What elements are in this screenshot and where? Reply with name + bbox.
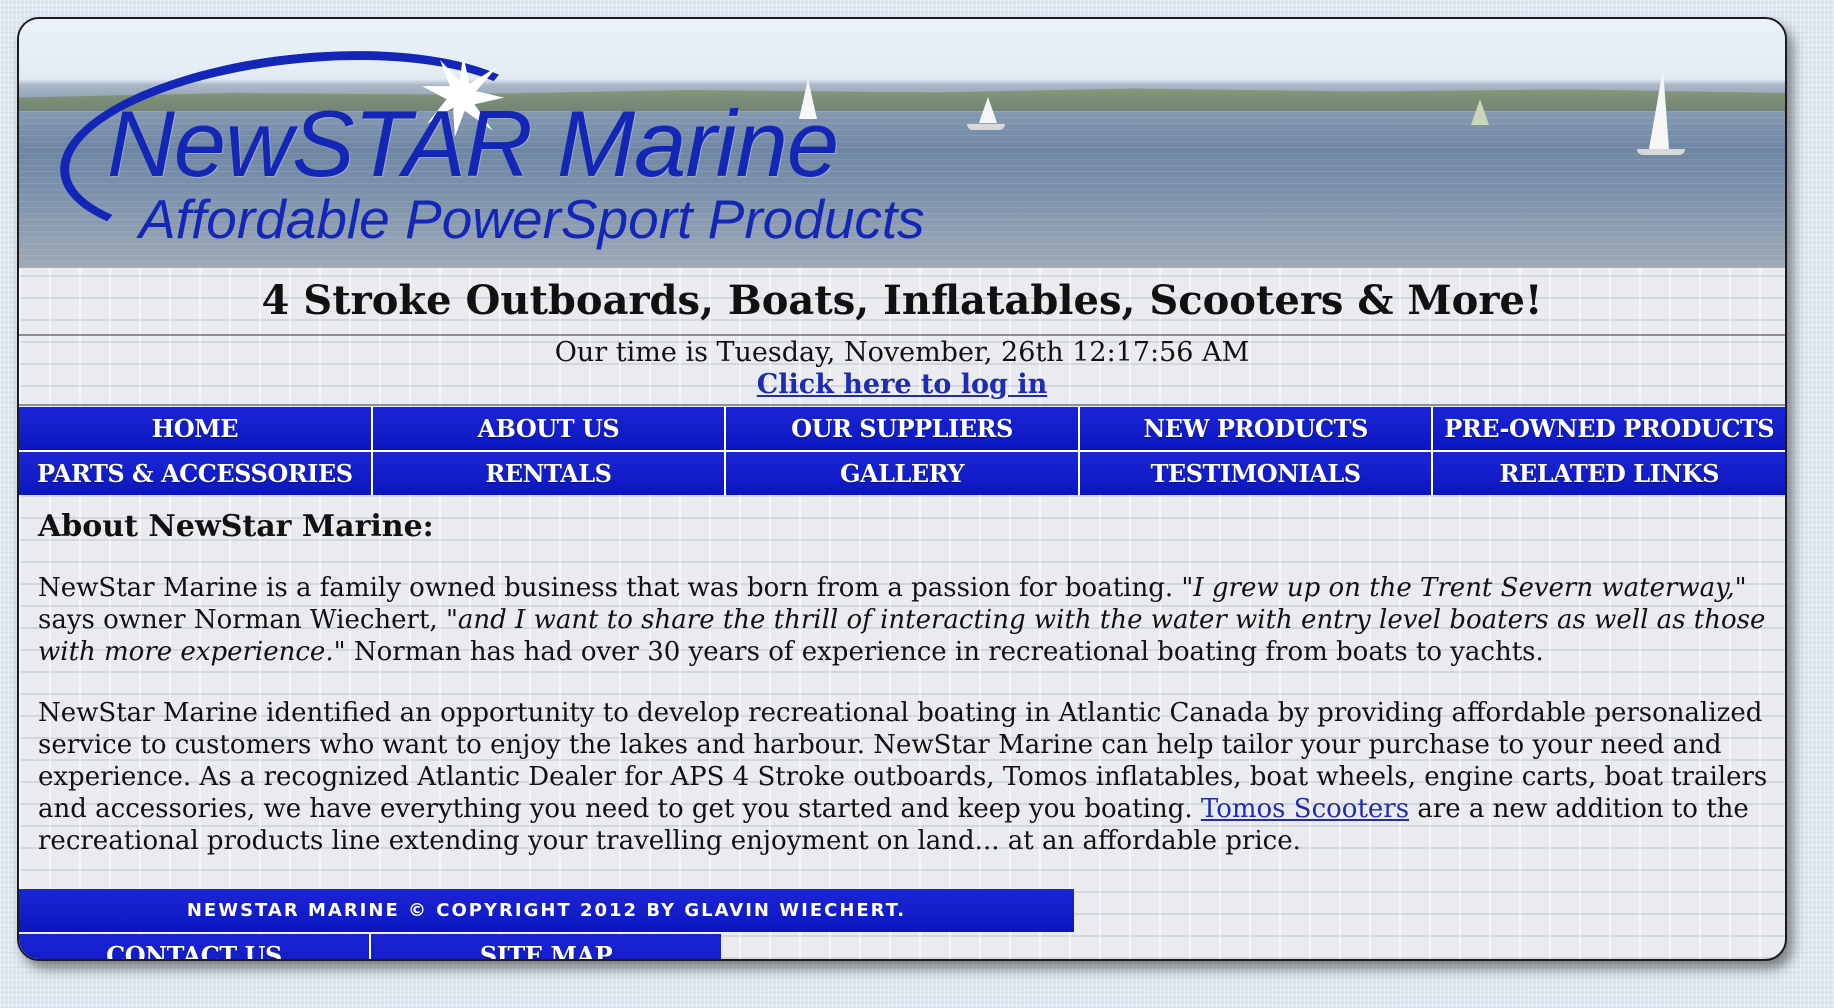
sailboat-icon xyxy=(979,97,997,123)
divider xyxy=(19,404,1785,406)
site-clock: Our time is Tuesday, November, 26th 12:1… xyxy=(554,337,1250,368)
sailboat-icon xyxy=(1649,69,1669,149)
details-paragraph: NewStar Marine identified an opportunity… xyxy=(38,697,1768,857)
nav-testimonials[interactable]: TESTIMONIALS xyxy=(1079,452,1432,495)
boat-hull-icon xyxy=(967,124,1005,130)
login-link[interactable]: Click here to log in xyxy=(19,369,1785,400)
logo-name: NewSTAR Marine xyxy=(107,91,839,196)
nav-about-us[interactable]: ABOUT US xyxy=(372,407,725,450)
contact-us-link[interactable]: CONTACT US xyxy=(19,934,369,959)
logo-tagline: Affordable PowerSport Products xyxy=(139,188,925,250)
section-heading: About NewStar Marine: xyxy=(38,509,434,544)
nav-parts-accessories[interactable]: PARTS & ACCESSORIES xyxy=(19,452,371,495)
nav-related-links[interactable]: RELATED LINKS xyxy=(1433,452,1785,495)
page-frame: NewSTAR Marine Affordable PowerSport Pro… xyxy=(17,17,1787,961)
boat-hull-icon xyxy=(1637,149,1685,155)
divider xyxy=(19,334,1785,336)
site-map-link[interactable]: SITE MAP xyxy=(371,934,721,959)
nav-gallery[interactable]: GALLERY xyxy=(726,452,1078,495)
owner-quote: I grew up on the Trent Severn waterway, xyxy=(1193,573,1735,603)
main-nav: HOME ABOUT US OUR SUPPLIERS NEW PRODUCTS… xyxy=(19,407,1785,495)
page-headline: 4 Stroke Outboards, Boats, Inflatables, … xyxy=(261,277,1543,324)
nav-rentals[interactable]: RENTALS xyxy=(372,452,725,495)
main-content: About NewStar Marine: NewStar Marine is … xyxy=(38,509,1768,886)
intro-text: NewStar Marine is a family owned busines… xyxy=(38,573,1194,603)
nav-our-suppliers[interactable]: OUR SUPPLIERS xyxy=(726,407,1078,450)
sailboat-icon xyxy=(1471,99,1489,125)
nav-new-products[interactable]: NEW PRODUCTS xyxy=(1079,407,1432,450)
intro-text: " Norman has had over 30 years of experi… xyxy=(333,637,1544,667)
intro-paragraph: NewStar Marine is a family owned busines… xyxy=(38,572,1768,668)
header-banner: NewSTAR Marine Affordable PowerSport Pro… xyxy=(19,19,1785,268)
nav-home[interactable]: HOME xyxy=(19,407,371,450)
tomos-scooters-link[interactable]: Tomos Scooters xyxy=(1201,794,1409,824)
nav-pre-owned-products[interactable]: PRE-OWNED PRODUCTS xyxy=(1433,407,1785,450)
copyright-bar: NEWSTAR MARINE © COPYRIGHT 2012 BY GLAVI… xyxy=(19,889,1074,932)
footer-nav: CONTACT US SITE MAP xyxy=(19,934,721,959)
